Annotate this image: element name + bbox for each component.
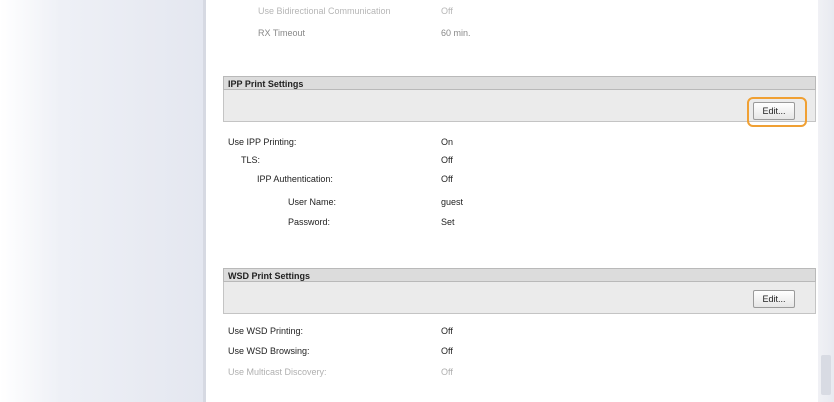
wsd-row-label-use-wsd-browsing: Use WSD Browsing: [228, 346, 310, 356]
ipp-row-label-tls: TLS: [241, 155, 261, 165]
ipp-row-value-use-ipp: On [441, 137, 454, 147]
wsd-row-label-use-wsd-printing: Use WSD Printing: [228, 326, 304, 336]
scrollbar-thumb[interactable] [821, 355, 831, 395]
ipp-section-toolbar [223, 90, 816, 122]
ipp-row-value-user-name: guest [441, 197, 464, 207]
ipp-row-value-tls: Off [441, 155, 453, 165]
vertical-scrollbar[interactable] [818, 0, 834, 402]
ipp-row-label-user-name: User Name: [288, 197, 337, 207]
wsd-section-header: WSD Print Settings [223, 268, 816, 282]
edit-button-highlight [747, 97, 807, 127]
ipp-section-header: IPP Print Settings [223, 76, 816, 90]
row-label-bidirectional: Use Bidirectional Communication [258, 6, 391, 16]
wsd-row-value-multicast-discovery: Off [441, 367, 453, 377]
ipp-row-label-use-ipp: Use IPP Printing: [228, 137, 297, 147]
wsd-row-label-multicast-discovery: Use Multicast Discovery: [228, 367, 327, 377]
wsd-row-value-use-wsd-browsing: Off [441, 346, 453, 356]
row-value-rx-timeout: 60 min. [441, 28, 471, 38]
row-label-rx-timeout: RX Timeout [258, 28, 306, 38]
wsd-row-value-use-wsd-printing: Off [441, 326, 453, 336]
ipp-row-value-password: Set [441, 217, 455, 227]
row-value-bidirectional: Off [441, 6, 453, 16]
ipp-row-label-authentication: IPP Authentication: [257, 174, 333, 184]
ipp-row-label-password: Password: [288, 217, 331, 227]
wsd-edit-button[interactable]: Edit... [753, 290, 795, 308]
ipp-row-value-authentication: Off [441, 174, 453, 184]
left-sidebar [0, 0, 203, 402]
wsd-section-toolbar [223, 282, 816, 314]
